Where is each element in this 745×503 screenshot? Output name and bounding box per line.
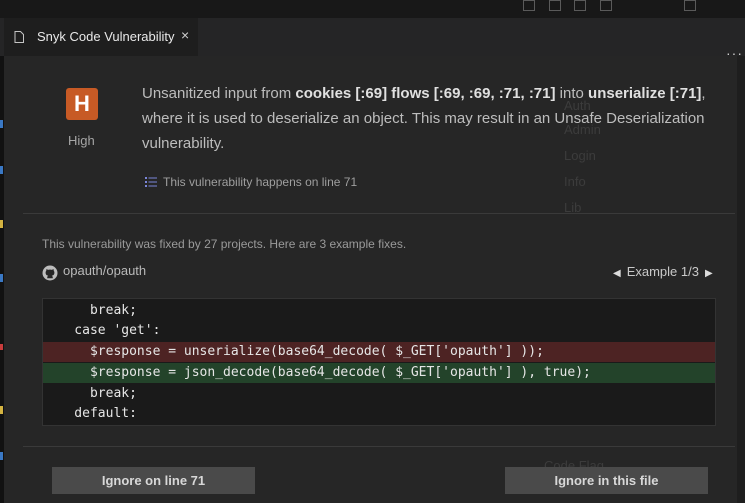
section-divider [23, 446, 735, 447]
gutter-marker [0, 166, 3, 174]
panel-toggle-icon[interactable] [549, 0, 561, 11]
background-ghost-text: Info [564, 174, 586, 189]
code-text: break; [43, 303, 137, 318]
ignore-in-file-button[interactable]: Ignore in this file [505, 467, 708, 494]
summary-sink: unserialize [:71] [588, 85, 702, 102]
code-text: break; [43, 386, 137, 401]
line-link-label: This vulnerability happens on line 71 [163, 175, 358, 189]
example-navigator: ◀ Example 1/3 ▶ [613, 264, 713, 279]
code-text: default: [43, 406, 137, 421]
code-line-removed: $response = unserialize(base64_decode( $… [43, 342, 715, 362]
summary-text: into [555, 85, 589, 102]
scrollbar[interactable] [737, 56, 745, 503]
file-icon [14, 31, 24, 43]
gutter-marker [0, 344, 3, 350]
tab-snyk-code-vulnerability[interactable]: Snyk Code Vulnerability × [4, 18, 198, 56]
severity-label: High [68, 133, 95, 148]
previous-example-icon[interactable]: ◀ [613, 268, 621, 279]
code-text: case 'get': [43, 323, 161, 338]
gutter-marker [0, 406, 3, 414]
gutter-marker [0, 452, 3, 460]
fix-examples-info: This vulnerability was fixed by 27 proje… [42, 237, 407, 251]
customize-layout-icon[interactable] [600, 0, 612, 11]
gutter-marker [0, 274, 3, 282]
window-title-bar [0, 0, 745, 18]
sidebar-toggle-icon[interactable] [574, 0, 586, 11]
example-counter: Example 1/3 [626, 264, 699, 279]
summary-source: cookies [:69] flows [:69, :69, :71, :71] [295, 85, 556, 102]
code-line: break; [43, 301, 715, 321]
editor-tab-strip: Snyk Code Vulnerability × ··· [0, 18, 745, 61]
severity-letter: H [74, 91, 90, 116]
code-line: default: [43, 404, 715, 424]
summary-text: Unsanitized input from [142, 85, 296, 102]
close-icon[interactable]: × [181, 27, 189, 43]
repo-name: opauth/opauth [63, 263, 147, 278]
gutter-marker [0, 120, 3, 128]
next-example-icon[interactable]: ▶ [705, 268, 713, 279]
github-icon [42, 265, 58, 281]
vulnerability-panel: Auth Admin Login Info Lib Libraries Code… [4, 56, 737, 503]
layout-icon[interactable] [523, 0, 535, 11]
tab-label: Snyk Code Vulnerability [37, 29, 175, 44]
code-line: case 'get': [43, 321, 715, 341]
example-fix-code: break; case 'get': $response = unseriali… [42, 298, 716, 426]
code-line-added: $response = json_decode(base64_decode( $… [43, 363, 715, 383]
code-text: $response = unserialize(base64_decode( $… [43, 344, 544, 359]
restore-window-icon[interactable] [684, 0, 696, 11]
severity-badge: H [66, 88, 98, 120]
code-line: break; [43, 384, 715, 404]
gutter-marker [0, 220, 3, 228]
vulnerability-summary: Unsanitized input from cookies [:69] flo… [142, 81, 707, 156]
list-icon [145, 177, 157, 187]
ignore-on-line-button[interactable]: Ignore on line 71 [52, 467, 255, 494]
code-text: $response = json_decode(base64_decode( $… [43, 365, 591, 380]
section-divider [23, 213, 735, 214]
